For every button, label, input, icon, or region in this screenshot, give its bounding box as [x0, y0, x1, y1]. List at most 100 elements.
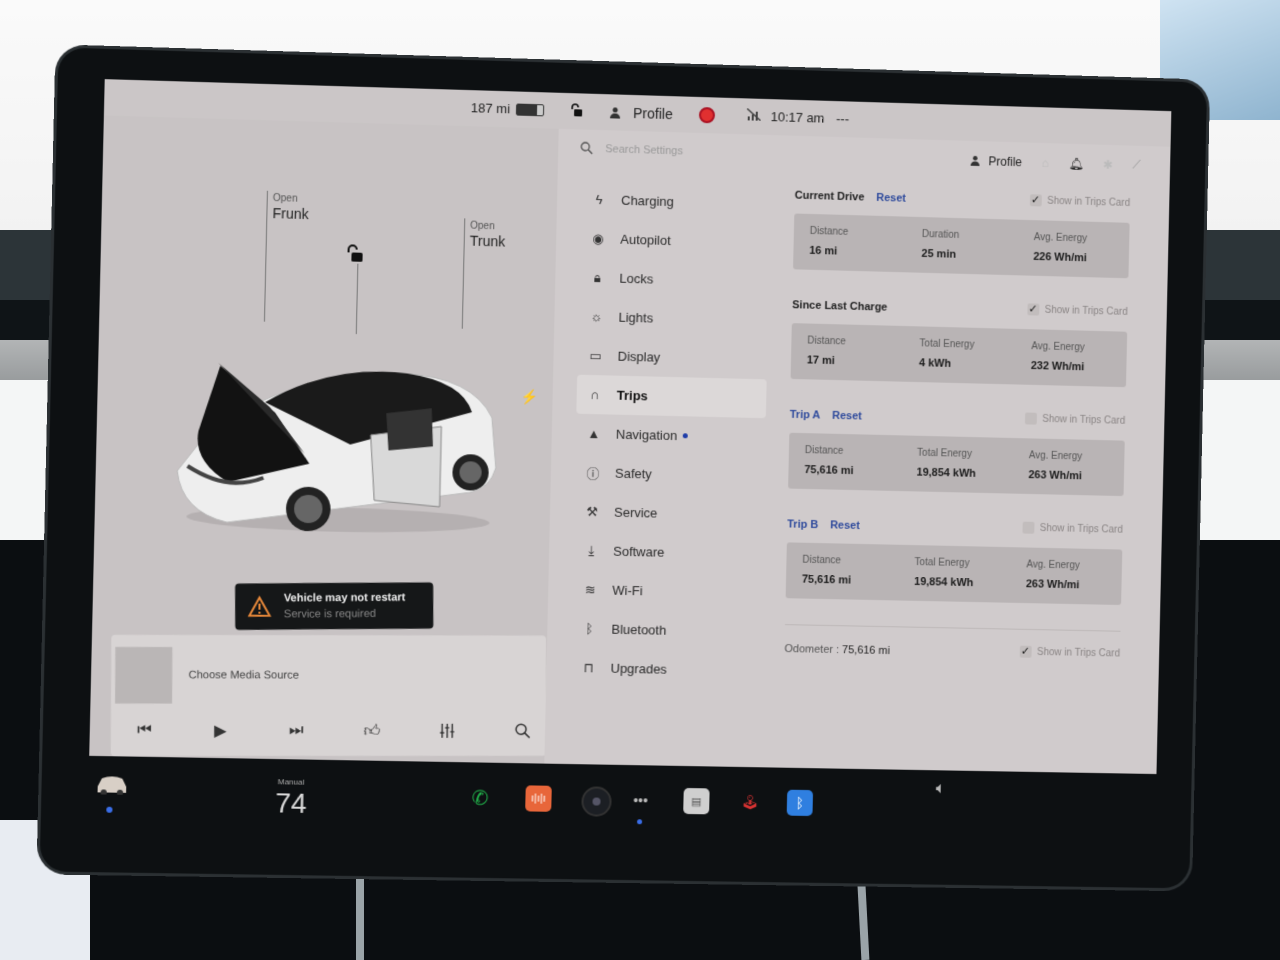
odometer-show-in-card[interactable]: ✓ Show in Trips Card — [1019, 645, 1121, 660]
sidebar-item-service[interactable]: ⚒ Service — [574, 492, 764, 535]
since-last-charge-title: Since Last Charge — [792, 299, 888, 314]
odometer-label: Odometer : — [784, 643, 840, 657]
frunk-guide-line — [263, 190, 268, 322]
voice-recorder-app-icon[interactable]: ı|ı|ı — [525, 785, 552, 812]
trip-a-title: Trip A — [789, 408, 821, 422]
bluetooth-app-icon[interactable]: ᛒ — [786, 789, 814, 817]
stat-label: Distance — [807, 335, 847, 348]
trip-b-section: Trip B Reset Show in Trips Card Distance… — [785, 514, 1123, 606]
charge-port-lightning-icon[interactable]: ⚡ — [520, 388, 538, 405]
vehicle-3d-model[interactable] — [166, 350, 504, 539]
more-apps-icon[interactable]: ••• — [627, 787, 654, 813]
checkbox-checked-icon[interactable]: ✓ — [1026, 303, 1039, 316]
frunk-button[interactable]: Frunk — [272, 205, 309, 222]
search-settings[interactable]: Search Settings — [580, 141, 683, 157]
trip-a-show-in-card[interactable]: Show in Trips Card — [1024, 412, 1125, 426]
dashcam-record-icon[interactable] — [698, 106, 716, 124]
car-pane: Open Frunk Open Trunk ⚡ Vehicle may not … — [89, 115, 559, 764]
sidebar-item-locks[interactable]: 🔒︎ Locks — [579, 258, 769, 302]
sidebar-item-trips[interactable]: ∩ Trips — [576, 374, 767, 419]
current-drive-section: Current Drive Reset ✓ Show in Trips Card… — [793, 186, 1130, 279]
media-search-icon[interactable] — [509, 719, 535, 743]
notifications-bell-icon[interactable]: 🔔︎ — [1068, 156, 1083, 170]
sidebar-item-display[interactable]: ▭ Display — [577, 336, 767, 380]
stat-avg-energy: Avg. Energy 263 Wh/mi — [1010, 547, 1123, 605]
stat-label: Avg. Energy — [1033, 232, 1088, 245]
sidebar-item-charging[interactable]: ϟ Charging — [581, 180, 771, 224]
trunk-button[interactable]: Trunk — [470, 233, 506, 250]
stat-label: Total Energy — [919, 338, 975, 351]
search-input[interactable]: Search Settings — [605, 143, 683, 157]
sidebar-item-label: Bluetooth — [611, 621, 667, 638]
play-icon[interactable]: ▶ — [207, 719, 234, 743]
checkbox-unchecked-icon[interactable] — [1024, 412, 1037, 425]
homelink-icon[interactable]: ⌂ — [1042, 155, 1049, 169]
checkbox-unchecked-icon[interactable] — [1021, 521, 1035, 534]
bluetooth-status-icon[interactable]: ✱ — [1103, 157, 1113, 171]
stat-value: 17 mi — [806, 354, 835, 368]
range-text: 187 mi — [470, 100, 511, 117]
sidebar-item-autopilot[interactable]: ◉ Autopilot — [580, 219, 770, 263]
notes-app-icon[interactable]: ▤ — [683, 787, 710, 815]
trips-icon: ∩ — [589, 387, 600, 403]
sidebar-item-label: Wi-Fi — [612, 582, 643, 599]
car-unlock-icon[interactable] — [344, 243, 365, 269]
sidebar-item-bluetooth[interactable]: ᛒ Bluetooth — [571, 609, 761, 652]
volume-icon[interactable]: 🔈︎ — [936, 780, 958, 802]
wifi-icon: ≋ — [584, 581, 596, 597]
touchscreen: 187 mi Profile 10:17 am --- Open Frunk O… — [89, 79, 1172, 775]
media-controls: ⏮ ▶ ⏭ 👍︎ — [131, 718, 535, 744]
trip-a-reset-button[interactable]: Reset — [832, 410, 862, 423]
camera-app-icon[interactable] — [581, 786, 612, 817]
trip-b-reset-button[interactable]: Reset — [830, 519, 860, 532]
since-last-charge-section: Since Last Charge ✓ Show in Trips Card D… — [790, 295, 1128, 388]
current-drive-title: Current Drive — [794, 189, 865, 204]
stat-value: 19,854 kWh — [914, 575, 974, 590]
profile-button[interactable]: Profile — [609, 104, 673, 122]
car-controls-icon[interactable] — [94, 772, 129, 795]
profile-label: Profile — [632, 105, 673, 123]
checkbox-checked-icon[interactable]: ✓ — [1019, 645, 1032, 658]
sidebar-item-navigation[interactable]: ▲ Navigation — [575, 414, 765, 457]
sidebar-item-upgrades[interactable]: ⊓ Upgrades — [570, 648, 760, 691]
sidebar-item-software[interactable]: ⤓ Software — [573, 531, 763, 574]
alert-title: Vehicle may not restart — [283, 591, 406, 605]
cabin-temperature[interactable]: 74 — [275, 787, 307, 820]
equalizer-icon[interactable] — [434, 719, 460, 743]
previous-track-icon[interactable]: ⏮ — [131, 719, 158, 743]
next-track-icon[interactable]: ⏭ — [283, 719, 309, 743]
sidebar-item-wi-fi[interactable]: ≋ Wi-Fi — [572, 570, 762, 613]
navigation-icon: ▲ — [587, 425, 601, 442]
sidebar-item-label: Navigation — [615, 426, 678, 444]
stat-label: Avg. Energy — [1031, 341, 1085, 354]
sidebar-item-safety[interactable]: ⓘ Safety — [575, 453, 765, 496]
alert-subtitle: Service is required — [283, 607, 376, 621]
checkbox-checked-icon[interactable]: ✓ — [1029, 194, 1042, 207]
light-bulb-icon: ☼ — [590, 308, 603, 325]
stat-avg-energy: Avg. Energy 226 Wh/mi — [1017, 220, 1130, 279]
phone-app-icon[interactable]: ✆ — [467, 784, 494, 810]
cellular-status-icon[interactable]: ⟋ — [1132, 158, 1141, 173]
sidebar-item-lights[interactable]: ☼ Lights — [578, 297, 768, 341]
settings-profile-button[interactable]: Profile — [970, 153, 1022, 169]
show-in-card-label: Show in Trips Card — [1047, 195, 1131, 209]
stat-value: 75,616 mi — [801, 573, 852, 587]
stat-distance: Distance 75,616 mi — [788, 433, 902, 491]
more-apps-indicator-dot — [637, 819, 643, 825]
screen-bezel: 187 mi Profile 10:17 am --- Open Frunk O… — [39, 47, 1208, 889]
service-alert[interactable]: Vehicle may not restart Service is requi… — [235, 582, 434, 630]
choose-media-source[interactable]: Choose Media Source — [188, 669, 298, 681]
frunk-open-label[interactable]: Open — [273, 193, 298, 205]
current-drive-reset-button[interactable]: Reset — [876, 192, 906, 205]
sidebar-item-label: Service — [613, 504, 658, 521]
person-icon — [970, 155, 980, 167]
thumbs-up-icon[interactable]: 👍︎ — [359, 719, 385, 743]
show-in-card-label: Show in Trips Card — [1042, 413, 1126, 427]
unlocked-icon[interactable] — [569, 103, 583, 117]
trip-b-show-in-card[interactable]: Show in Trips Card — [1021, 521, 1123, 536]
show-in-card-label: Show in Trips Card — [1036, 646, 1121, 659]
trunk-open-label[interactable]: Open — [470, 221, 495, 233]
current-drive-stats: Distance 16 mi Duration 25 min Avg. Energy… — [793, 213, 1130, 279]
toybox-app-icon[interactable]: 🕹︎ — [737, 789, 763, 815]
range-indicator: 187 mi — [471, 100, 545, 117]
